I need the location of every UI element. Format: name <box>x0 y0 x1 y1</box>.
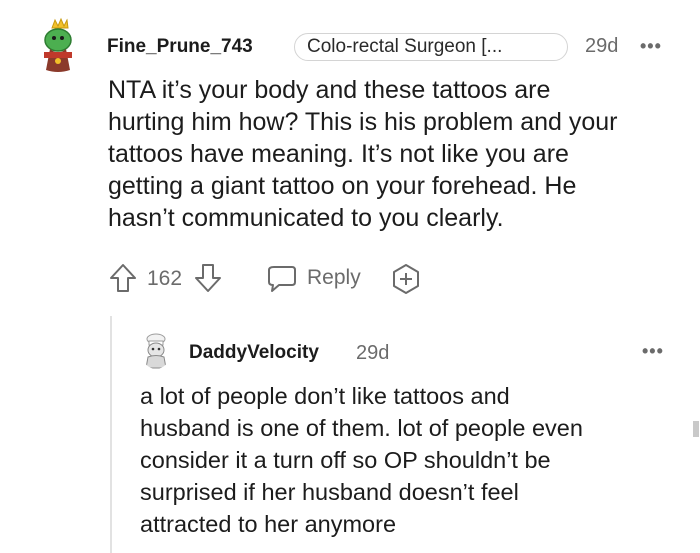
comment-age: 29d <box>585 35 619 57</box>
downvote-arrow-icon <box>195 264 221 292</box>
upvote-button[interactable] <box>108 262 138 294</box>
chat-bubble-icon <box>268 266 296 292</box>
reply-body-line: consider it a turn off so OP shouldn’t b… <box>140 447 551 473</box>
chef-avatar-icon <box>145 333 167 369</box>
user-flair: Colo-rectal Surgeon [... <box>294 33 568 61</box>
vote-score: 162 <box>147 267 183 290</box>
reply-more-options-icon[interactable]: ••• <box>642 341 664 362</box>
avatar[interactable] <box>141 333 171 369</box>
reply-body-line: a lot of people don’t like tattoos and <box>140 383 510 409</box>
reply-body-line: husband is one of them. lot of people ev… <box>140 415 583 441</box>
downvote-button[interactable] <box>193 262 223 294</box>
thread-line[interactable] <box>110 316 112 553</box>
comment-body-line: NTA it’s your body and these tattoos are <box>108 76 551 104</box>
reply-body: a lot of people don’t like tattoos and h… <box>140 380 680 540</box>
comment-body-line: tattoos have meaning. It’s not like you … <box>108 140 569 168</box>
reply-age: 29d <box>356 342 390 364</box>
reply-body-line: attracted to her anymore <box>140 511 397 537</box>
more-options-icon[interactable]: ••• <box>640 36 662 57</box>
comment-body: NTA it’s your body and these tattoos are… <box>108 74 688 234</box>
reply-body-line: surprised if her husband doesn’t feel <box>140 479 519 505</box>
scrollbar-thumb[interactable] <box>693 421 699 437</box>
comment-body-line: hurting him how? This is his problem and… <box>108 108 618 136</box>
comment-body-line: hasn’t communicated to you clearly. <box>108 204 504 232</box>
add-award-icon <box>393 264 419 294</box>
comment-username[interactable]: Fine_Prune_743 <box>107 36 253 58</box>
upvote-arrow-icon <box>110 264 136 292</box>
award-button[interactable] <box>389 262 423 296</box>
avatar[interactable] <box>36 16 80 76</box>
comment-body-line: getting a giant tattoo on your forehead.… <box>108 172 577 200</box>
reply-username[interactable]: DaddyVelocity <box>189 342 319 364</box>
reply-button[interactable]: Reply <box>266 262 370 296</box>
reply-label: Reply <box>307 266 361 289</box>
cactus-king-avatar-icon <box>44 17 72 72</box>
